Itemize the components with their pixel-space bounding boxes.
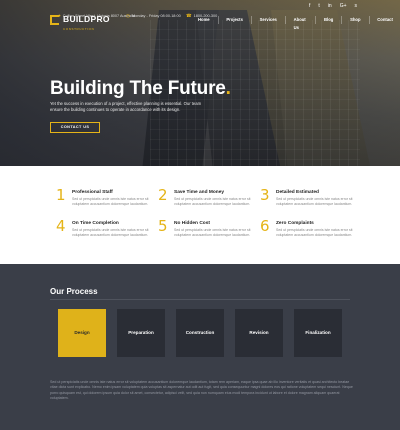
feature-title: Professional Staff [72, 190, 113, 195]
brand-tagline: CONSTRUCTION [63, 27, 95, 31]
feature-text: Sed ut perspiciatis unde omnis iste natu… [72, 197, 149, 206]
nav-item-home[interactable]: Home [190, 16, 218, 32]
hero-title-dot: . [225, 78, 231, 99]
process-title: Our Process [50, 287, 98, 296]
social-links: f t in G+ s [309, 3, 357, 9]
feature-number: 2 [158, 186, 168, 204]
feature-number: 5 [158, 217, 168, 235]
nav-item-projects[interactable]: Projects [218, 16, 251, 32]
skype-icon[interactable]: s [355, 3, 358, 9]
process-step-preparation[interactable]: Preparation [117, 309, 165, 357]
nav-item-about[interactable]: About Us [286, 16, 316, 32]
google-plus-icon[interactable]: G+ [340, 3, 347, 9]
address-text: Collins Street West, Victoria 8007 Austr… [62, 13, 135, 18]
contact-us-button[interactable]: CONTACT US [50, 122, 100, 133]
nav-item-shop[interactable]: Shop [342, 16, 368, 32]
feature-number: 1 [56, 186, 66, 204]
feature-number: 6 [260, 217, 270, 235]
hero-title: Building The Future. [50, 78, 231, 100]
map-pin-icon: ● [58, 13, 61, 18]
feature-text: Sed ut perspiciatis unde omnis iste natu… [276, 228, 353, 237]
process-step-design[interactable]: Design [58, 309, 106, 357]
hero-description: Yet the success in execution of a projec… [50, 101, 202, 112]
clock-icon: ◷ [126, 13, 130, 18]
page: { "brand":{"name":"BUILDPRO","tagline":"… [0, 0, 400, 430]
linkedin-icon[interactable]: in [328, 3, 332, 9]
nav-item-contact[interactable]: Contact [369, 16, 400, 32]
process-step-revision[interactable]: Revision [235, 309, 283, 357]
feature-title: Detailed Estimated [276, 190, 319, 195]
nav-item-blog[interactable]: Blog [316, 16, 341, 32]
process-description: Sed ut perspiciatis unde omnis iste natu… [50, 380, 353, 400]
process-divider [50, 299, 350, 300]
feature-title: On Time Completion [72, 221, 119, 226]
feature-number: 3 [260, 186, 270, 204]
main-nav: Home Projects Services About Us Blog Sho… [190, 16, 400, 32]
process-section: Our Process Design Preparation Construct… [0, 264, 400, 430]
feature-title: Zero Complaints [276, 221, 314, 226]
process-step-finalization[interactable]: Finalization [294, 309, 342, 357]
facebook-icon[interactable]: f [309, 3, 310, 9]
nav-item-services[interactable]: Services [252, 16, 285, 32]
feature-title: Save Time and Money [174, 190, 225, 195]
top-bar: BUILDPRO CONSTRUCTION ● Collins Street W… [0, 0, 400, 32]
twitter-icon[interactable]: t [318, 3, 319, 9]
feature-title: No Hidden Cost [174, 221, 210, 226]
features-section: 1 Professional Staff Sed ut perspiciatis… [0, 166, 400, 264]
process-step-construction[interactable]: Construction [176, 309, 224, 357]
hours-text: Monday - Friday 08:00-18:00 [131, 14, 181, 18]
address-info: ● Collins Street West, Victoria 8007 Aus… [58, 13, 135, 18]
feature-text: Sed ut perspiciatis unde omnis iste natu… [174, 197, 251, 206]
feature-text: Sed ut perspiciatis unde omnis iste natu… [174, 228, 251, 237]
hero-section: BUILDPRO CONSTRUCTION ● Collins Street W… [0, 0, 400, 166]
hours-info: ◷ Monday - Friday 08:00-18:00 [126, 13, 181, 19]
hero-title-text: Building The Future [50, 78, 226, 99]
feature-text: Sed ut perspiciatis unde omnis iste natu… [72, 228, 149, 237]
feature-number: 4 [56, 217, 66, 235]
feature-text: Sed ut perspiciatis unde omnis iste natu… [276, 197, 353, 206]
